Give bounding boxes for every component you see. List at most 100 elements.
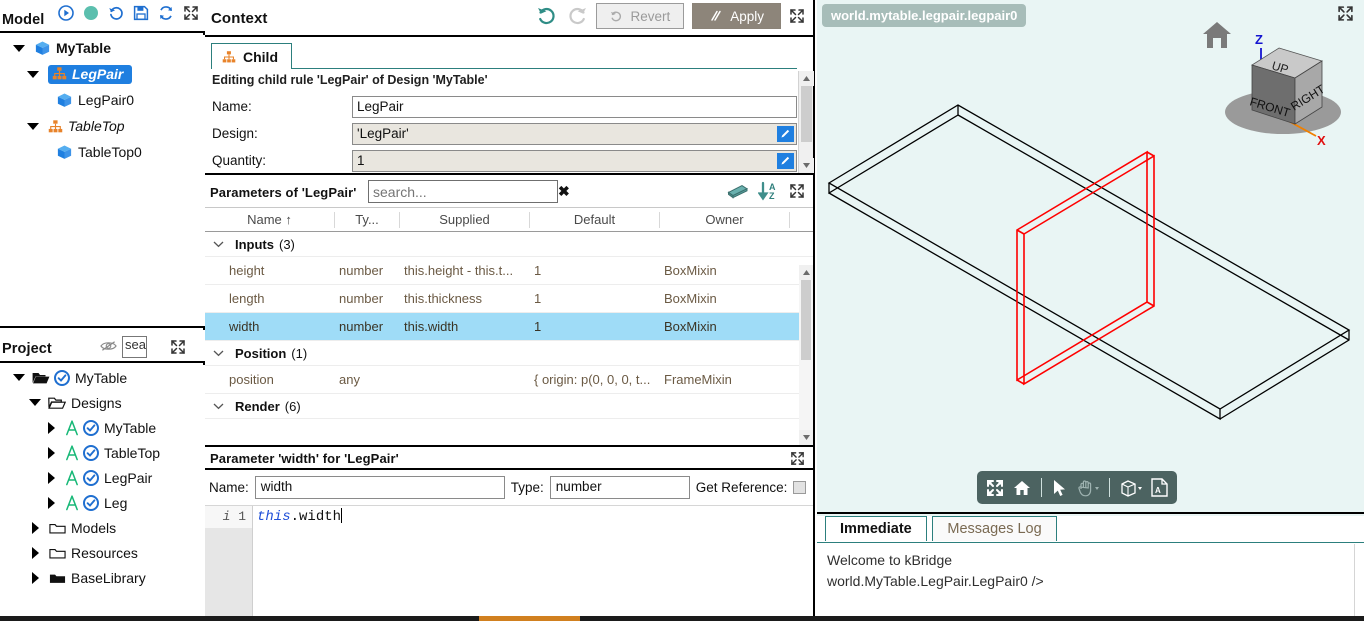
tab-immediate[interactable]: Immediate xyxy=(825,516,927,541)
expand-icon[interactable] xyxy=(183,5,199,21)
collapse-chevron-icon[interactable] xyxy=(209,240,227,248)
expand-icon[interactable] xyxy=(790,451,805,466)
scroll-down-arrow-icon[interactable] xyxy=(799,430,813,445)
clear-search-icon[interactable]: ✖ xyxy=(558,183,570,200)
scroll-up-arrow-icon[interactable] xyxy=(799,265,813,280)
tab-child[interactable]: Child xyxy=(211,43,292,69)
expand-caret-icon[interactable] xyxy=(10,374,28,381)
3d-viewport[interactable]: world.mytable.legpair.legpair0 Z X UP FR… xyxy=(817,0,1364,514)
model-tree-item-legpair0[interactable]: LegPair0 xyxy=(0,87,205,113)
expand-caret-icon[interactable] xyxy=(10,44,28,52)
expand-caret-icon[interactable] xyxy=(42,421,60,434)
model-tree-item-mytable[interactable]: MyTable xyxy=(0,35,205,61)
project-tree-item-resources[interactable]: Resources xyxy=(0,540,205,565)
project-tree-item-design-legpair[interactable]: LegPair xyxy=(0,465,205,490)
parameters-scrollbar[interactable] xyxy=(799,265,813,445)
collapse-chevron-icon[interactable] xyxy=(209,402,227,410)
expand-caret-icon[interactable] xyxy=(42,471,60,484)
select-cursor-icon[interactable] xyxy=(1051,478,1069,498)
apply-button[interactable]: Apply xyxy=(692,3,781,29)
expand-caret-icon[interactable] xyxy=(24,70,42,78)
expand-caret-icon[interactable] xyxy=(26,399,44,406)
edit-pencil-icon[interactable] xyxy=(777,152,794,169)
expand-icon[interactable] xyxy=(789,8,805,24)
get-reference-checkbox[interactable] xyxy=(793,481,807,494)
revert-button[interactable]: Revert xyxy=(596,3,685,29)
project-tree-item-designs[interactable]: Designs xyxy=(0,390,205,415)
parameters-group-position[interactable]: Position (1) xyxy=(205,341,813,366)
eye-slash-icon[interactable] xyxy=(100,339,117,353)
group-label: Render xyxy=(235,398,280,414)
expand-caret-icon[interactable] xyxy=(24,122,42,130)
scrollbar-thumb[interactable] xyxy=(801,280,811,360)
bottom-accent-indicator xyxy=(479,616,580,621)
navigation-cube[interactable]: Z X UP FRONT RIGHT xyxy=(1183,14,1358,167)
cell-owner: BoxMixin xyxy=(664,263,717,278)
scroll-down-arrow-icon[interactable] xyxy=(799,158,814,173)
console-output[interactable]: Welcome to kBridge world.MyTable.LegPair… xyxy=(817,544,1364,617)
scroll-up-arrow-icon[interactable] xyxy=(799,71,814,86)
table-row[interactable]: length number this.thickness 1 BoxMixin xyxy=(205,285,813,313)
status-dot-icon[interactable] xyxy=(83,5,99,21)
param-name-input[interactable]: width xyxy=(254,476,505,499)
expand-icon[interactable] xyxy=(170,339,186,355)
view-box-icon[interactable] xyxy=(1119,478,1143,498)
table-row[interactable]: height number this.height - this.t... 1 … xyxy=(205,257,813,285)
model-tree-item-tabletop[interactable]: TableTop xyxy=(0,113,205,139)
search-input[interactable] xyxy=(369,181,558,202)
column-header-type[interactable]: Ty... xyxy=(335,211,400,228)
eraser-icon[interactable] xyxy=(727,183,749,199)
project-tree[interactable]: MyTable Designs MyTable TableTop LegPair… xyxy=(0,365,205,621)
project-tree-item-baselibrary[interactable]: BaseLibrary xyxy=(0,565,205,590)
context-scrollbar[interactable] xyxy=(798,71,814,173)
parameters-search[interactable]: ✖ xyxy=(368,180,570,203)
project-search-input[interactable]: sea xyxy=(122,336,147,358)
fit-to-view-icon[interactable] xyxy=(985,478,1005,498)
param-type-input[interactable]: number xyxy=(549,476,690,499)
parameters-group-render[interactable]: Render (6) xyxy=(205,394,813,419)
project-tree-item-design-mytable[interactable]: MyTable xyxy=(0,415,205,440)
column-header-supplied[interactable]: Supplied xyxy=(400,211,530,228)
project-tree-item-mytable-root[interactable]: MyTable xyxy=(0,365,205,390)
project-tree-item-design-leg[interactable]: Leg xyxy=(0,490,205,515)
quantity-field[interactable]: 1 xyxy=(352,149,797,172)
expand-caret-icon[interactable] xyxy=(26,571,44,584)
parameters-group-inputs[interactable]: Inputs (3) xyxy=(205,232,813,257)
model-tree[interactable]: MyTable LegPair LegPair0 TableTop TableT… xyxy=(0,35,205,328)
code-line-1[interactable]: this.width xyxy=(257,506,343,528)
table-row[interactable]: position any { origin: p(0, 0, 0, t... F… xyxy=(205,366,813,394)
collapse-chevron-icon[interactable] xyxy=(209,349,227,357)
refresh-icon[interactable] xyxy=(158,5,174,21)
sort-az-icon[interactable]: AZ xyxy=(757,181,780,201)
pan-hand-icon[interactable] xyxy=(1076,478,1100,498)
export-pdf-icon[interactable]: A xyxy=(1150,477,1169,498)
run-icon[interactable] xyxy=(58,5,74,21)
expand-caret-icon[interactable] xyxy=(26,546,44,559)
scrollbar-thumb[interactable] xyxy=(801,86,812,142)
expand-caret-icon[interactable] xyxy=(26,521,44,534)
expand-caret-icon[interactable] xyxy=(42,496,60,509)
model-tree-item-tabletop0[interactable]: TableTop0 xyxy=(0,139,205,165)
expand-caret-icon[interactable] xyxy=(42,446,60,459)
column-header-owner[interactable]: Owner xyxy=(660,211,790,228)
home-icon[interactable] xyxy=(1012,478,1032,498)
tab-messages-log[interactable]: Messages Log xyxy=(932,516,1057,541)
edit-pencil-icon[interactable] xyxy=(777,125,794,142)
column-header-default[interactable]: Default xyxy=(530,211,660,228)
project-tree-item-models[interactable]: Models xyxy=(0,515,205,540)
table-row[interactable]: width number this.width 1 BoxMixin xyxy=(205,313,813,341)
form-row-quantity: Quantity: 1 xyxy=(212,149,797,172)
name-field[interactable]: LegPair xyxy=(352,95,797,118)
design-field[interactable]: 'LegPair' xyxy=(352,122,797,145)
save-icon[interactable] xyxy=(133,5,149,21)
console-scrollbar[interactable] xyxy=(1354,544,1364,617)
undo-icon[interactable] xyxy=(536,5,558,27)
history-icon[interactable] xyxy=(108,5,124,21)
expand-icon[interactable] xyxy=(789,183,805,199)
model-tree-selected-item[interactable]: LegPair xyxy=(48,64,133,84)
project-tree-item-design-tabletop[interactable]: TableTop xyxy=(0,440,205,465)
code-editor[interactable]: i 1 this.width xyxy=(205,505,813,619)
cell-default: { origin: p(0, 0, 0, t... xyxy=(534,372,651,387)
model-tree-item-legpair[interactable]: LegPair xyxy=(0,61,205,87)
column-header-name[interactable]: Name ↑ xyxy=(205,211,335,228)
